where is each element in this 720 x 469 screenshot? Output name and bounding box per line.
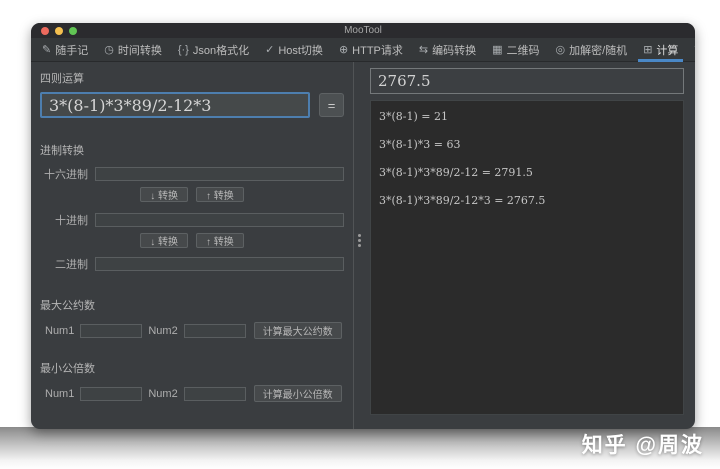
convert-down-button-2[interactable]: ↓ 转换 bbox=[140, 233, 188, 248]
qr-code-icon: ▦ bbox=[492, 43, 502, 56]
globe-icon: ⊕ bbox=[339, 43, 348, 56]
lcm-num2-label: Num2 bbox=[148, 388, 177, 400]
tab-qr-code[interactable]: ▦ 二维码 bbox=[484, 38, 547, 61]
lcm-row: Num1 Num2 计算最小公倍数 bbox=[40, 385, 344, 402]
gcd-num2-label: Num2 bbox=[148, 325, 177, 337]
bin-label: 二进制 bbox=[40, 256, 88, 272]
tab-crypto-random[interactable]: ◎ 加解密/随机 bbox=[548, 38, 636, 61]
lcm-num1-input[interactable] bbox=[80, 387, 142, 401]
dec-row: 十进制 bbox=[40, 212, 344, 228]
tab-label: 随手记 bbox=[55, 42, 88, 58]
tab-network[interactable]: 网... bbox=[686, 38, 695, 61]
history-line: 3*(8-1)*3*89/2-12 = 2791.5 bbox=[379, 166, 675, 179]
panel-splitter[interactable] bbox=[353, 62, 364, 429]
window-title: MooTool bbox=[344, 25, 382, 36]
zoom-button[interactable] bbox=[69, 27, 77, 35]
pencil-icon: ✎ bbox=[42, 43, 51, 56]
gcd-num2-input[interactable] bbox=[184, 324, 246, 338]
lcm-section-label: 最小公倍数 bbox=[40, 360, 344, 376]
tab-json-format[interactable]: {·} Json格式化 bbox=[170, 38, 257, 61]
traffic-lights bbox=[41, 27, 77, 35]
calculator-icon: ⊞ bbox=[643, 43, 652, 56]
gcd-num1-input[interactable] bbox=[80, 324, 142, 338]
tab-notes[interactable]: ✎ 随手记 bbox=[34, 38, 96, 61]
mootool-window: MooTool ✎ 随手记 ◷ 时间转换 {·} Json格式化 ✓ Host切… bbox=[31, 23, 695, 429]
tab-label: 时间转换 bbox=[118, 42, 162, 58]
dec-label: 十进制 bbox=[40, 212, 88, 228]
convert-up-button-1[interactable]: ↑ 转换 bbox=[196, 187, 244, 202]
shield-icon: ◎ bbox=[556, 43, 566, 56]
dec-input[interactable] bbox=[95, 213, 344, 227]
result-field[interactable]: 2767.5 bbox=[370, 68, 684, 94]
equals-button[interactable]: = bbox=[319, 93, 344, 117]
minimize-button[interactable] bbox=[55, 27, 63, 35]
close-button[interactable] bbox=[41, 27, 49, 35]
left-panel: 四则运算 = 进制转换 十六进制 ↓ 转换 ↑ 转换 十进制 bbox=[31, 62, 353, 429]
tab-bar: ✎ 随手记 ◷ 时间转换 {·} Json格式化 ✓ Host切换 ⊕ HTTP… bbox=[31, 38, 695, 62]
arithmetic-section-label: 四则运算 bbox=[40, 70, 344, 86]
tab-label: 加解密/随机 bbox=[569, 42, 627, 58]
tab-time-convert[interactable]: ◷ 时间转换 bbox=[96, 38, 170, 61]
tab-encode-convert[interactable]: ⇆ 编码转换 bbox=[411, 38, 484, 61]
hex-label: 十六进制 bbox=[40, 166, 88, 182]
history-line: 3*(8-1)*3 = 63 bbox=[379, 138, 675, 151]
tab-label: 计算 bbox=[656, 42, 678, 58]
lcm-num1-label: Num1 bbox=[45, 388, 74, 400]
arithmetic-row: = bbox=[40, 92, 344, 118]
gcd-num1-label: Num1 bbox=[45, 325, 74, 337]
gcd-calc-button[interactable]: 计算最大公约数 bbox=[254, 322, 342, 339]
hex-dec-convert-row: ↓ 转换 ↑ 转换 bbox=[40, 187, 344, 202]
tab-host-switch[interactable]: ✓ Host切换 bbox=[257, 38, 331, 61]
dec-bin-convert-row: ↓ 转换 ↑ 转换 bbox=[40, 233, 344, 248]
tab-label: Host切换 bbox=[278, 42, 323, 58]
history-log[interactable]: 3*(8-1) = 21 3*(8-1)*3 = 63 3*(8-1)*3*89… bbox=[370, 100, 684, 415]
tab-label: 二维码 bbox=[507, 42, 540, 58]
hex-row: 十六进制 bbox=[40, 166, 344, 182]
check-icon: ✓ bbox=[265, 43, 274, 56]
tab-calculator[interactable]: ⊞ 计算 bbox=[635, 38, 686, 61]
wifi-icon bbox=[694, 43, 695, 56]
convert-up-button-2[interactable]: ↑ 转换 bbox=[196, 233, 244, 248]
clock-icon: ◷ bbox=[104, 43, 114, 56]
tab-label: Json格式化 bbox=[193, 42, 249, 58]
history-line: 3*(8-1) = 21 bbox=[379, 110, 675, 123]
permutation-section-label: 排列数 bbox=[40, 428, 344, 429]
main-content: 四则运算 = 进制转换 十六进制 ↓ 转换 ↑ 转换 十进制 bbox=[31, 62, 695, 429]
tab-http-request[interactable]: ⊕ HTTP请求 bbox=[331, 38, 411, 61]
history-line: 3*(8-1)*3*89/2-12*3 = 2767.5 bbox=[379, 194, 675, 207]
expression-input[interactable] bbox=[40, 92, 310, 118]
lcm-calc-button[interactable]: 计算最小公倍数 bbox=[254, 385, 342, 402]
bin-input[interactable] bbox=[95, 257, 344, 271]
titlebar: MooTool bbox=[31, 23, 695, 38]
swap-arrows-icon: ⇆ bbox=[419, 43, 428, 56]
bin-row: 二进制 bbox=[40, 256, 344, 272]
hex-input[interactable] bbox=[95, 167, 344, 181]
base-conversion-section-label: 进制转换 bbox=[40, 142, 344, 158]
tab-label: 编码转换 bbox=[432, 42, 476, 58]
right-panel: 2767.5 3*(8-1) = 21 3*(8-1)*3 = 63 3*(8-… bbox=[364, 62, 695, 429]
zhihu-watermark: 知乎 @周波 bbox=[582, 429, 704, 459]
splitter-grip[interactable] bbox=[358, 234, 361, 247]
tab-label: HTTP请求 bbox=[352, 42, 403, 58]
braces-icon: {·} bbox=[178, 44, 189, 56]
gcd-row: Num1 Num2 计算最大公约数 bbox=[40, 322, 344, 339]
lcm-num2-input[interactable] bbox=[184, 387, 246, 401]
gcd-section-label: 最大公约数 bbox=[40, 297, 344, 313]
convert-down-button-1[interactable]: ↓ 转换 bbox=[140, 187, 188, 202]
screenshot-canvas: 知乎 @周波 MooTool ✎ 随手记 ◷ 时间转换 {·} Json格式化 bbox=[0, 0, 720, 469]
